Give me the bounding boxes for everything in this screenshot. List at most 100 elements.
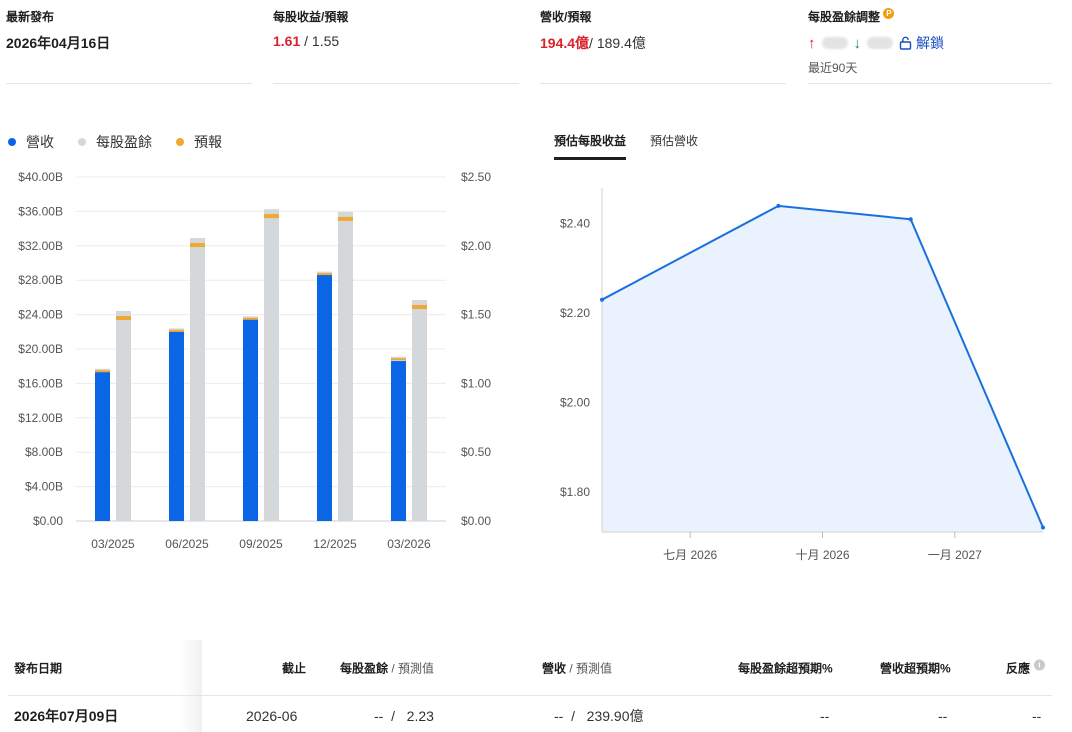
revision-period: 最近90天 (808, 61, 858, 75)
revenue-bar (95, 371, 110, 521)
revenue-forecast-marker (95, 370, 110, 373)
info-icon[interactable]: i (1034, 659, 1046, 670)
col-reaction-label: 反應 (1006, 661, 1031, 675)
y-axis-tick-label: $2.20 (560, 306, 590, 320)
row-period: 2026-06 (246, 708, 298, 724)
eps-values: 1.61 / 1.55 (273, 33, 519, 49)
revenue-forecast-marker (169, 329, 184, 332)
left-axis-tick-label: $40.00B (18, 170, 63, 184)
eps-revision-title: 每股盈餘調整 P (808, 8, 1052, 25)
x-axis-tick-label: 七月 2026 (663, 548, 717, 562)
col-rev-sep: / (569, 661, 573, 675)
legend-dot (8, 138, 16, 146)
col-rev-forecast-label: 預測值 (576, 661, 613, 675)
revenue-label: 營收/預報 (540, 10, 592, 24)
left-axis-tick-label: $36.00B (18, 204, 63, 218)
left-axis-tick-label: $4.00B (25, 480, 63, 494)
legend-item-forecast[interactable]: 預報 (176, 132, 222, 152)
stat-eps-revision: 每股盈餘調整 P ↑ ↓ 解鎖 最近90天 (808, 8, 1052, 84)
tab-eps-forecast[interactable]: 預估每股收益 (554, 132, 627, 160)
row-date: 2026年07月09日 (14, 708, 119, 724)
legend-item-revenue[interactable]: 營收 (8, 132, 54, 152)
x-axis-tick-label: 03/2026 (387, 537, 431, 551)
col-eps-sep: / (391, 661, 395, 675)
revenue-bar (391, 361, 406, 521)
revenue-forecast-marker (317, 273, 332, 276)
eps-forecast-marker (264, 214, 279, 219)
blurred-value (867, 37, 893, 49)
revenue-actual: 194.4億 (540, 35, 590, 51)
eps-revision-label: 每股盈餘調整 (808, 10, 881, 24)
eps-forecast-marker (190, 243, 205, 248)
left-axis-tick-label: $8.00B (25, 445, 63, 459)
eps-bar (190, 238, 205, 521)
x-axis-tick-label: 一月 2027 (928, 548, 982, 562)
earnings-bar-chart: $0.00 $4.00B $8.00B $12.00B $16.00B $20.00B $2… (18, 170, 491, 551)
eps-forecast-area-chart: $1.80 $2.00 $2.20 $2.40 七月 2026 十月 2026 一月 202… (560, 188, 1045, 562)
revenue-values: 194.4億/ 189.4億 (540, 33, 786, 53)
legend-label: 預報 (194, 134, 222, 150)
left-axis-tick-label: $0.00 (33, 514, 63, 528)
x-axis-tick-label: 12/2025 (313, 537, 357, 551)
col-eps-surprise[interactable]: 每股盈餘超預期% (738, 659, 833, 676)
x-axis-tick-label: 十月 2026 (795, 548, 849, 562)
col-rev-label: 營收 (542, 661, 567, 675)
left-axis-tick-label: $16.00B (18, 376, 63, 390)
eps-actual: 1.61 (273, 33, 301, 49)
stat-eps: 每股收益/預報 1.61 / 1.55 (273, 8, 519, 84)
forecast-tabs: 預估每股收益 預估營收 (554, 132, 698, 160)
eps-bar (264, 209, 279, 521)
right-axis-tick-label: $2.00 (461, 239, 491, 253)
eps-label: 每股收益/預報 (273, 10, 349, 24)
unlock-button[interactable]: 解鎖 (899, 33, 944, 53)
data-point (776, 203, 781, 208)
pro-badge-icon: P (883, 8, 895, 19)
legend-dot (78, 138, 86, 146)
revenue-forecast-marker (391, 358, 406, 361)
eps-bar (412, 299, 427, 521)
col-date[interactable]: 發布日期 (14, 659, 62, 676)
latest-release-date: 2026年04月16日 (6, 35, 111, 51)
col-eps[interactable]: 每股盈餘 / 預測值 (340, 659, 434, 676)
left-axis-tick-label: $12.00B (18, 411, 63, 425)
left-axis-tick-label: $28.00B (18, 273, 63, 287)
eps-forecast-marker (338, 216, 353, 221)
col-revenue[interactable]: 營收 / 預測值 (542, 659, 612, 676)
x-axis-tick-label: 06/2025 (165, 537, 209, 551)
revision-row: ↑ ↓ 解鎖 (808, 33, 1052, 53)
eps-bar (338, 211, 353, 521)
blurred-value (821, 37, 848, 49)
col-period[interactable]: 截止 (282, 659, 306, 676)
stat-latest-release: 最新發布 2026年04月16日 (6, 8, 252, 84)
revenue-bar (317, 274, 332, 521)
stat-revenue: 營收/預報 194.4億/ 189.4億 (540, 8, 786, 84)
legend-item-eps[interactable]: 每股盈餘 (78, 132, 152, 152)
right-axis-tick-label: $0.50 (461, 445, 491, 459)
earnings-table: 發布日期 截止 每股盈餘 / 預測值 營收 / 預測值 每股盈餘超預期% 營收超… (8, 640, 1052, 732)
y-axis-tick-label: $2.00 (560, 395, 590, 409)
tab-revenue-forecast[interactable]: 預估營收 (650, 132, 698, 160)
x-axis-tick-label: 03/2025 (91, 537, 135, 551)
col-eps-label: 每股盈餘 (340, 661, 389, 675)
right-axis-tick-label: $2.50 (461, 170, 491, 184)
left-axis-tick-label: $32.00B (18, 239, 63, 253)
lock-icon (899, 36, 912, 50)
revenue-bar (169, 331, 184, 521)
eps-forecast: / 1.55 (304, 33, 340, 49)
row-eps: -- / 2.23 (374, 708, 434, 724)
latest-release-label: 最新發布 (6, 10, 55, 24)
col-reaction[interactable]: 反應 i (1006, 659, 1046, 676)
right-axis-tick-label: $1.00 (461, 376, 491, 390)
unlock-label: 解鎖 (916, 35, 944, 51)
eps-forecast-marker (116, 315, 131, 320)
area-fill (602, 205, 1043, 533)
right-axis-tick-label: $1.50 (461, 308, 491, 322)
chart-legend: 營收 每股盈餘 預報 (8, 132, 222, 152)
col-eps-forecast-label: 預測值 (398, 661, 435, 675)
legend-label: 營收 (26, 134, 54, 150)
row-rev-surprise: -- (938, 708, 948, 724)
revenue-bar (243, 318, 258, 521)
row-eps-surprise: -- (820, 708, 830, 724)
col-rev-surprise[interactable]: 營收超預期% (880, 659, 951, 676)
revenue-forecast-marker (243, 317, 258, 320)
